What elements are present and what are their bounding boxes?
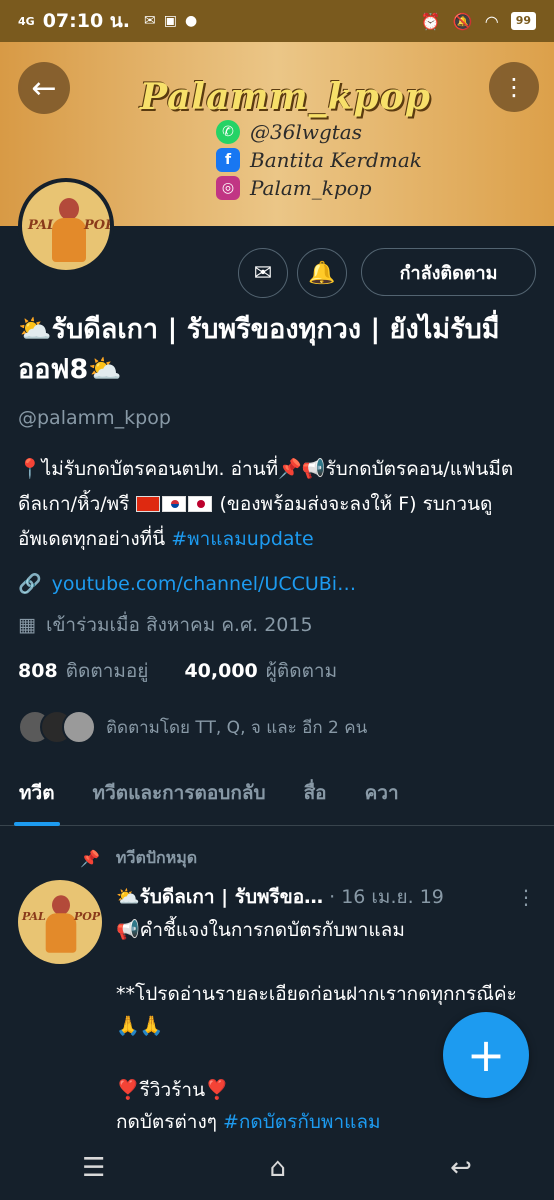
home-icon[interactable]: ⌂ bbox=[270, 1153, 287, 1183]
link-icon: 🔗 bbox=[18, 573, 42, 595]
tweet-avatar[interactable]: PAL POP bbox=[18, 880, 102, 964]
alarm-icon: ⏰ bbox=[420, 11, 441, 31]
korea-flag-icon bbox=[162, 496, 187, 512]
joined-date: เข้าร่วมเมื่อ สิงหาคม ค.ศ. 2015 bbox=[45, 614, 313, 636]
website-link[interactable]: youtube.com/channel/UCCUBi… bbox=[52, 573, 356, 595]
tweet-line: 📢คำชี้แจงในการกดบัตรกับพาแลม bbox=[116, 919, 405, 941]
tab-likes[interactable]: ควา bbox=[346, 762, 418, 826]
tab-tweets[interactable]: ทวีต bbox=[0, 762, 74, 826]
follow-counts: 808 ติดตามอยู่ 40,000 ผู้ติดตาม bbox=[18, 656, 337, 686]
profile-name: ⛅รับดีลเกา | รับพรีของทุกวง | ยังไม่รับม… bbox=[18, 314, 500, 385]
profile-avatar[interactable]: PAL POP bbox=[18, 178, 114, 274]
following-button[interactable]: กำลังติดตาม bbox=[361, 248, 536, 296]
tweet-author-name[interactable]: ⛅รับดีลเกา | รับพรีขอ… bbox=[116, 882, 323, 912]
menu-icon[interactable]: ☰ bbox=[82, 1153, 105, 1183]
profile-handle: @palamm_kpop bbox=[18, 407, 171, 429]
china-flag-icon bbox=[136, 496, 161, 512]
follower-avatar bbox=[62, 710, 96, 744]
calendar-icon: ▦ bbox=[18, 614, 36, 636]
battery-indicator: 99 bbox=[510, 12, 536, 30]
messenger-icon: ✉ bbox=[144, 13, 156, 29]
back-button[interactable]: ← bbox=[18, 62, 70, 114]
network-indicator: 4G bbox=[18, 14, 35, 28]
back-icon[interactable]: ↩ bbox=[450, 1153, 472, 1183]
tweet-line: กดบัตรต่างๆ #กดบัตรกับพาแลม bbox=[116, 1111, 381, 1133]
followed-by-text: ติดตามโดย TT, Q, จ และ อีก 2 คน bbox=[106, 717, 368, 738]
whatsapp-text: @36lwgtas bbox=[250, 120, 362, 144]
avatar-text-right: POP bbox=[74, 910, 101, 923]
pin-icon: 📌 bbox=[80, 849, 100, 868]
instagram-icon: ◎ bbox=[216, 176, 240, 200]
plus-icon: + bbox=[466, 1028, 506, 1082]
whatsapp-icon: ✆ bbox=[216, 120, 240, 144]
followed-by-row[interactable]: ติดตามโดย TT, Q, จ และ อีก 2 คน bbox=[18, 710, 367, 744]
system-nav-bar: ☰ ⌂ ↩ bbox=[0, 1136, 554, 1200]
japan-flag-icon bbox=[188, 496, 213, 512]
tweet-date: · 16 เม.ย. 19 bbox=[329, 886, 444, 908]
mail-icon: ✉ bbox=[253, 260, 273, 286]
more-vertical-icon: ⋮ bbox=[502, 73, 526, 101]
pinned-label: ทวีตปักหมุด bbox=[115, 848, 198, 867]
more-options-button[interactable]: ⋮ bbox=[489, 62, 539, 112]
notifications-button[interactable]: 🔔 bbox=[297, 248, 347, 298]
pinned-indicator: 📌 ทวีตปักหมุด bbox=[80, 846, 197, 871]
tweet-more-icon[interactable]: ⋮ bbox=[516, 885, 536, 909]
tab-media[interactable]: สื่อ bbox=[285, 762, 346, 826]
banner-social-whatsapp: ✆ @36lwgtas bbox=[216, 120, 362, 144]
followers-label[interactable]: ผู้ติดตาม bbox=[266, 656, 337, 686]
compose-tweet-button[interactable]: + bbox=[443, 1012, 529, 1098]
banner-title: Palamm_kpop bbox=[140, 76, 431, 118]
banner-social-facebook: f Bantita Kerdmak bbox=[216, 148, 422, 172]
chat-icon: ● bbox=[184, 13, 198, 29]
facebook-text: Bantita Kerdmak bbox=[250, 148, 422, 172]
clock: 07:10 น. bbox=[42, 10, 130, 32]
avatar-text-left: PAL bbox=[22, 910, 46, 923]
facebook-icon: f bbox=[216, 148, 240, 172]
following-label[interactable]: ติดตามอยู่ bbox=[66, 656, 149, 686]
avatar-illustration bbox=[45, 895, 77, 953]
profile-tabs: ทวีต ทวีตและการตอบกลับ สื่อ ควา bbox=[0, 762, 554, 826]
message-button[interactable]: ✉ bbox=[238, 248, 288, 298]
banner-social-instagram: ◎ Palam_kpop bbox=[216, 176, 372, 200]
avatar-text-right: POP bbox=[84, 218, 114, 233]
wifi-icon: ◠ bbox=[484, 11, 499, 31]
bio-hashtag-link[interactable]: #พาแลมupdate bbox=[171, 528, 313, 550]
status-bar: 4G 07:10 น. ✉ ▣ ● ⏰ 🔕 ◠ 99 bbox=[0, 0, 554, 42]
avatar-illustration bbox=[52, 198, 86, 262]
arrow-left-icon: ← bbox=[31, 70, 57, 106]
bell-plus-icon: 🔔 bbox=[308, 260, 336, 286]
profile-bio: 📍ไม่รับกดบัตรคอนตปท. อ่านที่📌📢รับกดบัตรค… bbox=[18, 452, 538, 557]
mute-icon: 🔕 bbox=[452, 11, 473, 31]
followers-count[interactable]: 40,000 bbox=[184, 660, 257, 682]
tweet-hashtag-link[interactable]: #กดบัตรกับพาแลม bbox=[223, 1111, 381, 1133]
profile-joined: ▦ เข้าร่วมเมื่อ สิงหาคม ค.ศ. 2015 bbox=[18, 610, 313, 640]
instagram-text: Palam_kpop bbox=[250, 176, 372, 200]
profile-website: 🔗 youtube.com/channel/UCCUBi… bbox=[18, 572, 356, 596]
tab-tweets-replies[interactable]: ทวีตและการตอบกลับ bbox=[74, 762, 285, 826]
following-count[interactable]: 808 bbox=[18, 660, 58, 682]
tweet-header: ⛅รับดีลเกา | รับพรีขอ… · 16 เม.ย. 19 ⋮ bbox=[116, 882, 536, 912]
line-icon: ▣ bbox=[163, 13, 177, 29]
